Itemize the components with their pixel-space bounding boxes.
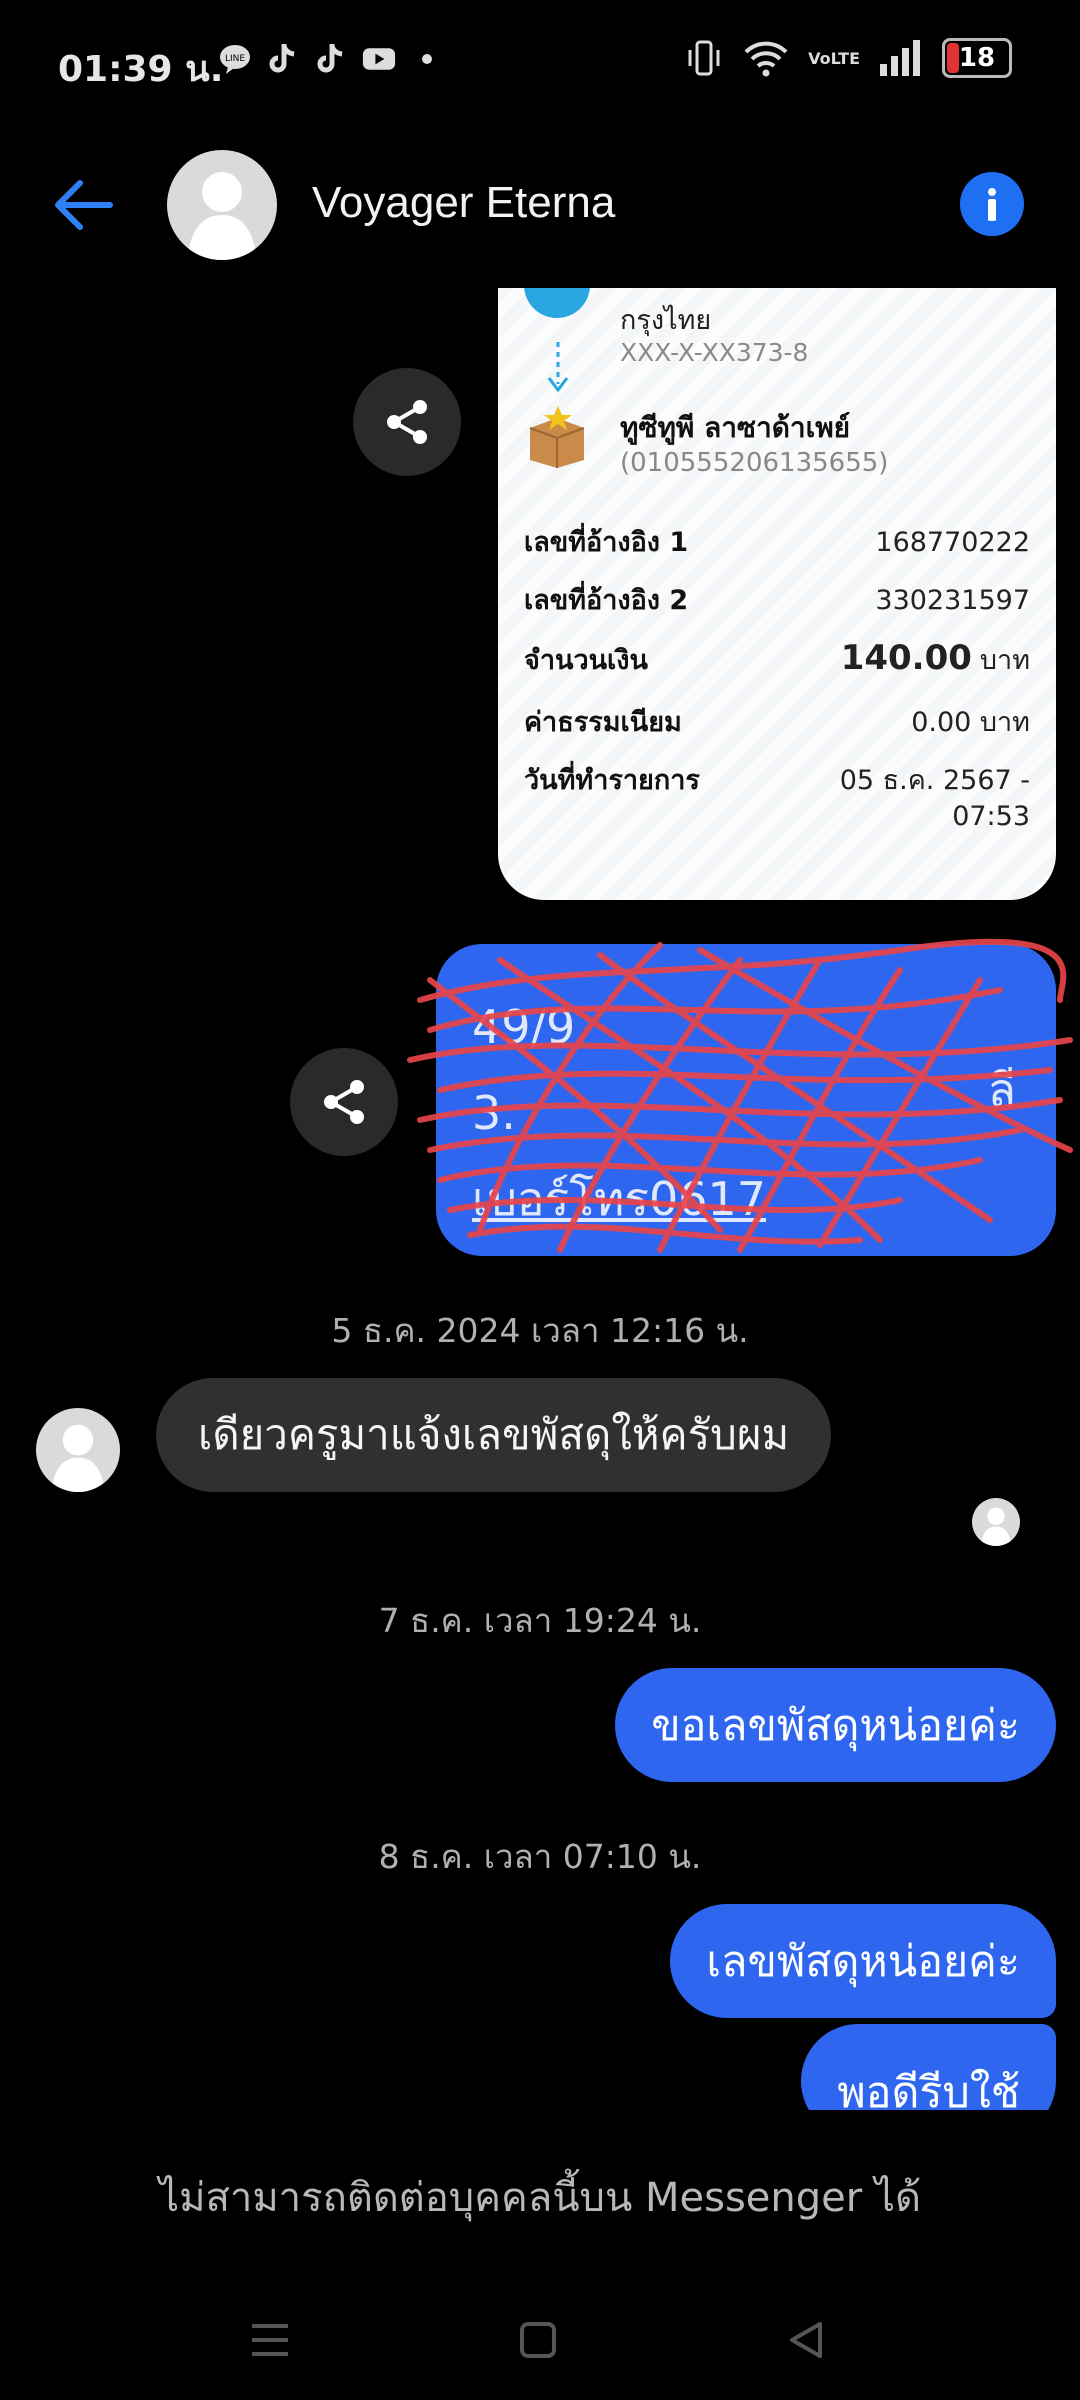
share-button[interactable] (290, 1048, 398, 1156)
sender-avatar[interactable] (36, 1408, 120, 1492)
message-timestamp: 8 ธ.ค. เวลา 07:10 น. (378, 1837, 702, 1876)
message-list-clip: พอดีรีบใช้ (0, 2020, 1080, 2110)
avatar-icon (51, 1424, 105, 1492)
outgoing-message[interactable]: เลขพัสดุหน่อยค่ะ (670, 1904, 1056, 2018)
cannot-contact-notice: ไม่สามารถติดต่อบุคคลนี้บน Messenger ได้ (158, 2175, 922, 2221)
home-icon[interactable] (508, 2310, 568, 2370)
message-timestamp: 5 ธ.ค. 2024 เวลา 12:16 น. (331, 1311, 749, 1350)
system-nav-bar (0, 2300, 1080, 2380)
red-scribble-redaction (407, 938, 1073, 1253)
outgoing-message[interactable]: ขอเลขพัสดุหน่อยค่ะ (615, 1668, 1056, 1782)
incoming-message[interactable]: เดียวครูมาแจ้งเลขพัสดุให้ครับผม (156, 1378, 832, 1492)
outgoing-message[interactable]: พอดีรีบใช้ (801, 2024, 1056, 2110)
avatar-icon (980, 1507, 1012, 1546)
back-icon[interactable] (776, 2310, 836, 2370)
seen-indicator-avatar (972, 1498, 1020, 1546)
menu-icon[interactable] (240, 2310, 300, 2370)
message-timestamp: 7 ธ.ค. เวลา 19:24 น. (378, 1601, 702, 1640)
share-icon (324, 1080, 364, 1124)
